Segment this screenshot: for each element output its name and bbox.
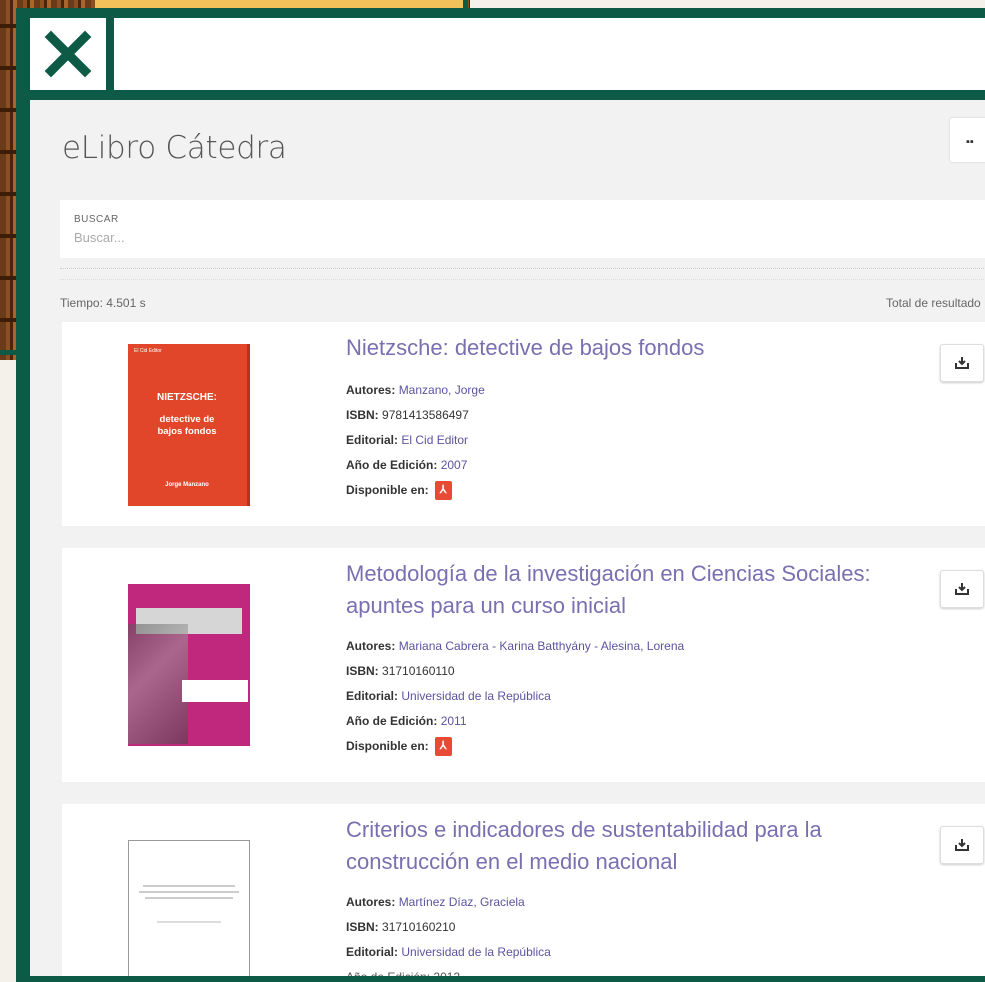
result-card: Criterios e indicadores de sustentabilid…: [62, 804, 985, 976]
view-toggle-button[interactable]: ▪▪: [950, 118, 985, 162]
publisher-link[interactable]: Universidad de la República: [401, 689, 550, 703]
publisher-link[interactable]: El Cid Editor: [401, 433, 468, 447]
pdf-icon[interactable]: ⅄: [434, 737, 452, 757]
author-link[interactable]: Martínez Díaz, Graciela: [399, 895, 525, 909]
book-title-link[interactable]: Nietzsche: detective de bajos fondos: [346, 332, 886, 364]
result-card: Metodología de la investigación en Cienc…: [62, 548, 985, 782]
result-card: El Cid Editor NIETZSCHE: detective de ba…: [62, 322, 985, 526]
book-title-link[interactable]: Metodología de la investigación en Cienc…: [346, 558, 886, 622]
close-button[interactable]: [30, 18, 106, 90]
close-icon: [44, 30, 92, 78]
search-label: BUSCAR: [74, 214, 119, 225]
author-link[interactable]: Manzano, Jorge: [399, 383, 485, 397]
search-box: BUSCAR: [60, 200, 985, 258]
download-button[interactable]: [940, 344, 984, 382]
download-button[interactable]: [940, 570, 984, 608]
download-icon: [955, 583, 969, 595]
year-link[interactable]: 2007: [441, 458, 468, 472]
search-time: Tiempo: 4.501 s: [60, 296, 146, 310]
year-link[interactable]: 2011: [441, 714, 467, 728]
total-results: Total de resultado: [886, 296, 981, 310]
download-button[interactable]: [940, 826, 984, 864]
search-input[interactable]: [72, 229, 876, 246]
year-partial: Año de Edición: 2012: [346, 965, 551, 976]
top-bar: [114, 18, 985, 90]
book-cover[interactable]: [128, 584, 250, 746]
elibro-panel: eLibro Cátedra ▪▪ BUSCAR Tiempo: 4.501 s…: [30, 100, 985, 976]
book-cover[interactable]: El Cid Editor NIETZSCHE: detective de ba…: [128, 344, 250, 506]
book-meta: Autores: Martínez Díaz, Graciela ISBN: 3…: [346, 890, 551, 976]
book-meta: Autores: Mariana Cabrera - Karina Batthy…: [346, 634, 684, 759]
publisher-link[interactable]: Universidad de la República: [401, 945, 550, 959]
author-link[interactable]: Mariana Cabrera - Karina Batthyány - Ale…: [399, 639, 685, 653]
book-title-link[interactable]: Criterios e indicadores de sustentabilid…: [346, 814, 886, 878]
divider: [60, 268, 985, 280]
download-icon: [955, 357, 969, 369]
page-title: eLibro Cátedra: [62, 130, 287, 166]
grid-icon: ▪▪: [966, 136, 974, 148]
window-frame: eLibro Cátedra ▪▪ BUSCAR Tiempo: 4.501 s…: [16, 8, 985, 982]
pdf-icon[interactable]: ⅄: [434, 481, 452, 501]
download-icon: [955, 839, 969, 851]
book-meta: Autores: Manzano, Jorge ISBN: 9781413586…: [346, 378, 485, 503]
book-cover[interactable]: [128, 840, 250, 976]
